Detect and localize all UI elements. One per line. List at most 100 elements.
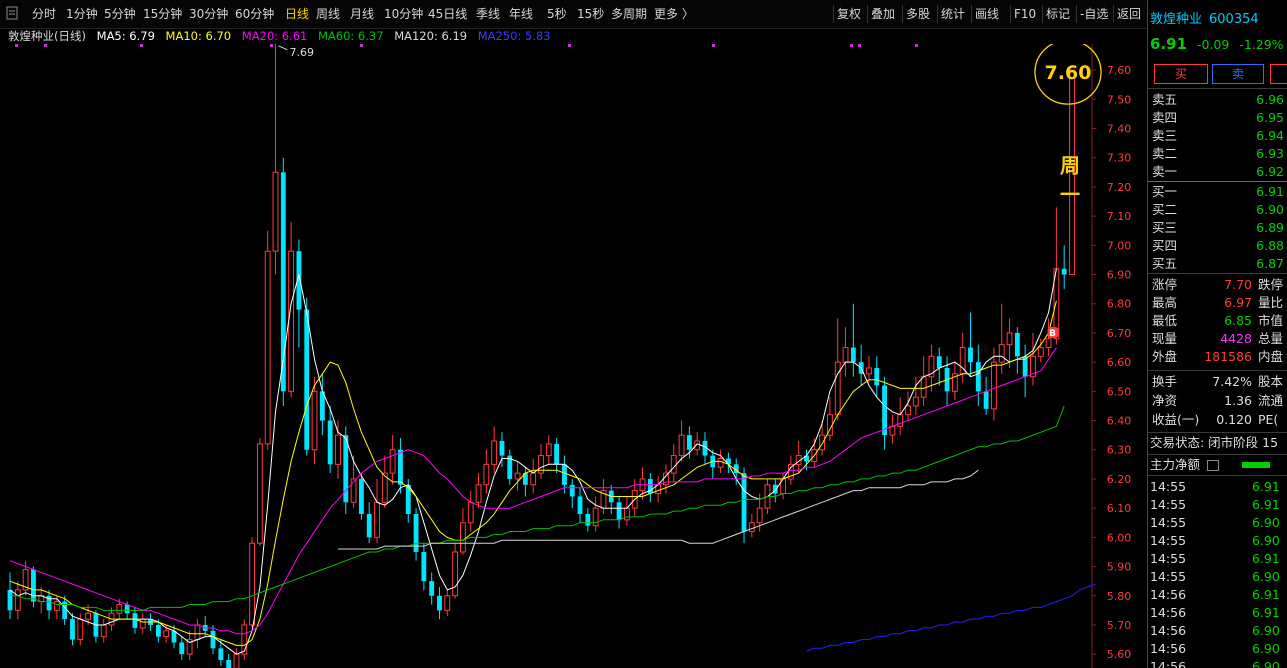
buy-button[interactable]: 买 xyxy=(1154,64,1208,84)
period-tab-3[interactable]: 15分钟 xyxy=(143,6,182,22)
candle-body-up xyxy=(467,501,474,524)
bid-row-value: 6.90 xyxy=(1256,202,1284,217)
toolbar-button-5[interactable]: F10 xyxy=(1014,6,1036,22)
toolbar-button-8[interactable]: 返回 xyxy=(1117,6,1141,22)
stat-row: 最低 6.85 市值 xyxy=(1150,312,1287,330)
stat-row-value: 4428 xyxy=(1220,331,1252,346)
candle-body-down xyxy=(983,391,989,409)
y-tick-label: 5.80 xyxy=(1107,590,1132,603)
bid-row-value: 6.91 xyxy=(1256,184,1284,199)
event-marker-dot xyxy=(140,44,143,47)
bid-row-label: 买四 xyxy=(1152,238,1178,253)
tick-row: 14:56 6.90 xyxy=(1150,640,1287,658)
stat-row-value: 6.85 xyxy=(1224,313,1252,328)
candle-body-up xyxy=(249,542,255,626)
tick-price: 6.90 xyxy=(1252,533,1280,548)
y-tick-label: 5.90 xyxy=(1107,561,1132,574)
period-tab-1[interactable]: 1分钟 xyxy=(66,6,98,22)
toolbar-button-0[interactable]: 复权 xyxy=(837,6,861,22)
candle-body-up xyxy=(241,624,248,655)
sell-button[interactable]: 卖 xyxy=(1212,64,1264,84)
stat-row: 最高 6.97 量比 xyxy=(1150,294,1287,312)
candle-body-down xyxy=(429,581,435,596)
event-marker-dot xyxy=(44,44,47,47)
candle-body-down xyxy=(358,478,364,514)
tick-price: 6.91 xyxy=(1252,497,1280,512)
tick-time: 14:55 xyxy=(1150,551,1187,566)
toolbar-button-7[interactable]: -自选 xyxy=(1080,6,1108,22)
ma250-label: MA250: 5.83 xyxy=(477,29,551,43)
buy-marker-label: B xyxy=(1049,329,1056,339)
settings-icon[interactable] xyxy=(6,6,18,20)
ask-row-value: 6.96 xyxy=(1256,92,1284,107)
bid-row: 买一 6.91 xyxy=(1150,183,1287,201)
period-tab-10[interactable]: 45日线 xyxy=(428,6,467,22)
ask-row-label: 卖一 xyxy=(1152,164,1178,179)
kline-chart[interactable]: 7.60 7.50 7.40 7.30 7.20 7.10 7.00 6.90 6.80 6.70… xyxy=(0,44,1147,668)
period-tab-16[interactable]: 更多 〉 xyxy=(654,6,694,22)
toolbar-button-6[interactable]: 标记 xyxy=(1046,6,1070,22)
candle-body-up xyxy=(1045,338,1052,349)
divider xyxy=(1148,454,1287,455)
candle-body-up xyxy=(842,347,849,363)
toolbar-button-1[interactable]: 叠加 xyxy=(871,6,895,22)
table-icon[interactable] xyxy=(1207,460,1219,471)
period-tab-0[interactable]: 分时 xyxy=(32,6,56,22)
period-tab-7[interactable]: 周线 xyxy=(316,6,340,22)
toolbar-separator xyxy=(902,5,903,23)
period-tab-13[interactable]: 5秒 xyxy=(547,6,567,22)
period-tab-6[interactable]: 日线 xyxy=(285,6,309,22)
candle-body-up xyxy=(139,618,146,629)
tick-time: 14:56 xyxy=(1150,659,1187,668)
y-tick-label: 5.60 xyxy=(1107,648,1132,661)
stat-row-value: 181586 xyxy=(1204,349,1252,364)
toolbar-button-4[interactable]: 画线 xyxy=(975,6,999,22)
period-tab-8[interactable]: 月线 xyxy=(350,6,374,22)
event-marker-dot xyxy=(360,44,363,47)
toolbar-separator xyxy=(1113,5,1114,23)
event-marker-dot xyxy=(850,44,853,47)
ask-row-label: 卖五 xyxy=(1152,92,1178,107)
period-tab-5[interactable]: 60分钟 xyxy=(235,6,274,22)
candle-body-up xyxy=(998,344,1005,363)
toolbar-button-3[interactable]: 统计 xyxy=(941,6,965,22)
y-tick-label: 6.30 xyxy=(1107,444,1132,457)
y-tick-label: 6.80 xyxy=(1107,298,1132,311)
bid-row-label: 买一 xyxy=(1152,184,1178,199)
tick-row: 14:56 6.90 xyxy=(1150,622,1287,640)
stat2-row-extra: 流通 xyxy=(1258,393,1284,408)
candle-body-up xyxy=(1006,332,1013,346)
extra-button[interactable] xyxy=(1270,64,1287,84)
period-tab-15[interactable]: 多周期 xyxy=(611,6,647,22)
candle-body-up xyxy=(819,434,826,451)
y-tick-label: 6.20 xyxy=(1107,473,1132,486)
ask-row-label: 卖四 xyxy=(1152,110,1178,125)
bid-row: 买三 6.89 xyxy=(1150,219,1287,237)
candle-body-up xyxy=(272,171,279,252)
candle-body-up xyxy=(834,361,841,416)
candle-body-down xyxy=(686,435,692,450)
period-tab-9[interactable]: 10分钟 xyxy=(384,6,423,22)
tick-time: 14:55 xyxy=(1150,569,1187,584)
period-tab-2[interactable]: 5分钟 xyxy=(104,6,136,22)
candle-body-up xyxy=(256,443,263,544)
ask-row: 卖二 6.93 xyxy=(1150,145,1287,163)
quote-panel: 敦煌种业 600354 6.91 -0.09 -1.29% 买 卖 卖五 6.96… xyxy=(1147,0,1287,668)
ask-row: 卖一 6.92 xyxy=(1150,163,1287,181)
bid-row: 买四 6.88 xyxy=(1150,237,1287,255)
candle-body-down xyxy=(554,443,560,465)
y-tick-label: 7.10 xyxy=(1107,210,1132,223)
toolbar-button-2[interactable]: 多股 xyxy=(906,6,930,22)
tick-price: 6.90 xyxy=(1252,623,1280,638)
stat-row-extra: 总量 xyxy=(1258,331,1284,346)
period-tab-14[interactable]: 15秒 xyxy=(577,6,604,22)
stat2-row-label: 收益(一) xyxy=(1152,412,1200,427)
bid-row-label: 买三 xyxy=(1152,220,1178,235)
tick-price: 6.90 xyxy=(1252,569,1280,584)
candle-body-down xyxy=(398,449,403,485)
candle-body-down xyxy=(218,648,224,660)
period-tab-11[interactable]: 季线 xyxy=(476,6,500,22)
period-tab-4[interactable]: 30分钟 xyxy=(189,6,228,22)
period-tab-12[interactable]: 年线 xyxy=(509,6,533,22)
candle-body-down xyxy=(585,513,591,526)
